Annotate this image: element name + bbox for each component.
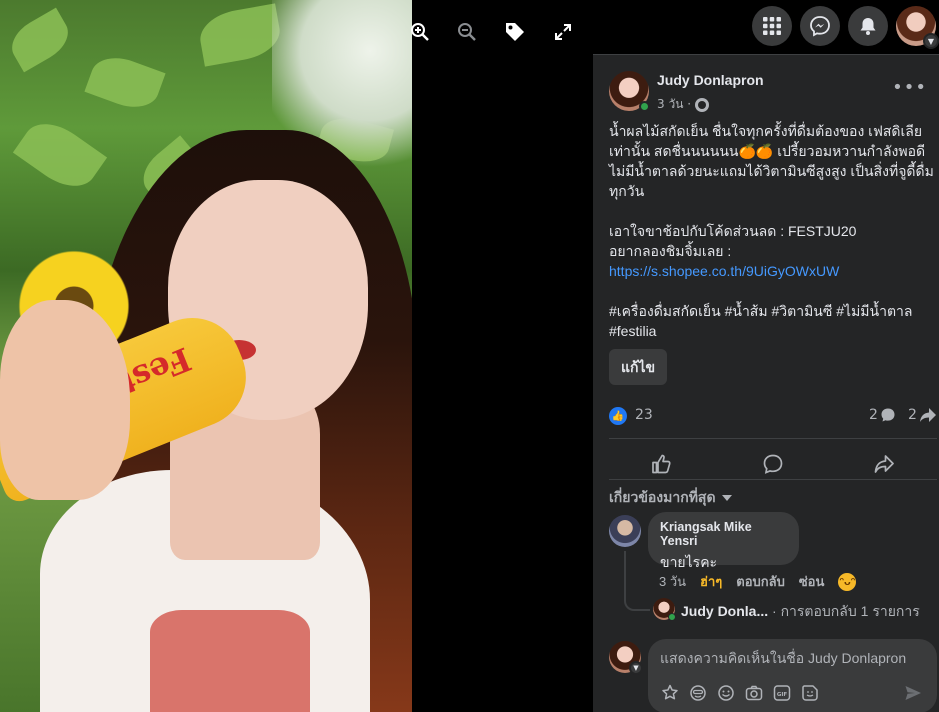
reply-thread-line: [624, 551, 650, 611]
comment-composer: GIF: [648, 639, 937, 712]
post-hashtags[interactable]: #เครื่องดื่มสกัดเย็น #น้ำส้ม #วิตามินซี …: [609, 303, 913, 339]
face-mask-icon: [690, 685, 706, 701]
commenter-avatar[interactable]: [609, 515, 641, 547]
zoom-in-button[interactable]: [406, 18, 434, 46]
divider: [609, 479, 937, 480]
zoom-out-icon: [458, 23, 476, 41]
fullscreen-button[interactable]: [550, 19, 576, 45]
bell-icon: [860, 18, 876, 35]
smiley-icon: [718, 685, 734, 701]
share-count[interactable]: 2: [908, 407, 937, 423]
globe-icon: [695, 97, 710, 112]
send-icon: [905, 686, 921, 700]
reaction-summary: 👍 23 2 2: [609, 405, 939, 427]
comment-count[interactable]: 2: [869, 407, 896, 423]
chevron-down-icon[interactable]: ▼: [629, 661, 643, 675]
thumbs-up-icon: [652, 454, 671, 474]
post-side-panel: Judy Donlapron 3 วัน · ••• น้ำผลไม้สกัดเ…: [593, 54, 939, 712]
comment-button[interactable]: [758, 449, 788, 479]
chevron-down-icon: [721, 495, 732, 502]
like-count[interactable]: 23: [635, 407, 653, 423]
edit-button[interactable]: แก้ไข: [609, 349, 668, 385]
reply-author-name: Judy Donla...: [681, 603, 769, 619]
hide-link[interactable]: ซ่อน: [799, 571, 825, 592]
reply-link[interactable]: ตอบกลับ: [736, 571, 785, 592]
view-replies-link[interactable]: Judy Donla... · การตอบกลับ 1 รายการ: [681, 601, 920, 623]
like-reaction-icon: 👍: [609, 407, 627, 425]
notifications-button[interactable]: [848, 6, 888, 46]
share-count-value: 2: [908, 407, 917, 423]
messenger-button[interactable]: [800, 6, 840, 46]
like-button[interactable]: [646, 449, 676, 479]
gif-icon: GIF: [773, 685, 791, 701]
zoom-in-icon: [411, 23, 429, 41]
share-button[interactable]: [869, 449, 899, 479]
messenger-icon: [810, 16, 830, 37]
comment-reaction-link[interactable]: ฮ่าๆ: [700, 571, 722, 592]
comment-bubble-icon: [881, 408, 895, 422]
post-meta: 3 วัน ·: [657, 95, 710, 114]
sort-label: เกี่ยวข้องมากที่สุด: [609, 489, 716, 505]
zoom-out-button[interactable]: [454, 19, 480, 45]
svg-text:GIF: GIF: [777, 692, 788, 698]
share-arrow-icon: [919, 408, 936, 422]
share-icon: [874, 455, 894, 473]
haha-emoji-icon: ᵔᴗᵔ: [838, 572, 857, 591]
sticker-icon: [802, 685, 818, 701]
online-status-dot: [639, 101, 650, 112]
author-name[interactable]: Judy Donlapron: [657, 72, 764, 88]
post-time[interactable]: 3 วัน ·: [657, 95, 691, 114]
account-avatar[interactable]: ▼: [896, 6, 939, 49]
online-status-dot: [668, 613, 676, 621]
reply-count-text: · การตอบกลับ 1 รายการ: [768, 603, 920, 619]
shop-link[interactable]: https://s.shopee.co.th/9UiGyOWxUW: [609, 263, 839, 279]
commenter-name[interactable]: Kriangsak Mike Yensri: [660, 520, 787, 548]
camera-icon: [745, 685, 763, 701]
comment-bubble: Kriangsak Mike Yensri ขายไรคะ: [648, 512, 799, 570]
post-promo-text: เอาใจขาช้อปกับโค้ดส่วนลด : FESTJU20 อยาก…: [609, 223, 857, 259]
menu-button[interactable]: [752, 6, 792, 46]
photo-button[interactable]: [744, 683, 764, 703]
more-options-button[interactable]: •••: [892, 77, 927, 98]
post-body: น้ำผลไม้สกัดเย็น ชื่นใจทุกครั้งที่ดื่มต้…: [609, 121, 935, 341]
comment-time[interactable]: 3 วัน: [659, 571, 686, 592]
fullscreen-icon: [555, 24, 571, 40]
comment-input[interactable]: [660, 648, 920, 668]
sticker-button[interactable]: [800, 683, 820, 703]
comment-sort-dropdown[interactable]: เกี่ยวข้องมากที่สุด: [609, 487, 732, 509]
avatar-sticker-button[interactable]: [660, 683, 680, 703]
divider: [609, 438, 937, 439]
post-text-paragraph: น้ำผลไม้สกัดเย็น ชื่นใจทุกครั้งที่ดื่มต้…: [609, 123, 934, 199]
tag-photo-button[interactable]: [502, 19, 528, 45]
ai-sticker-button[interactable]: [688, 683, 708, 703]
comment-count-value: 2: [869, 407, 878, 423]
post-photo: Festilia: [0, 0, 412, 712]
comment-actions: 3 วัน ฮ่าๆ ตอบกลับ ซ่อน ᵔᴗᵔ: [659, 571, 857, 592]
gif-button[interactable]: GIF: [772, 683, 792, 703]
emoji-button[interactable]: [716, 683, 736, 703]
send-button[interactable]: [903, 683, 923, 703]
tag-icon: [506, 23, 524, 41]
grid-menu-icon: [763, 17, 781, 35]
comment-icon: [763, 454, 783, 474]
avatar-sticker-icon: [662, 684, 678, 700]
chevron-down-icon: ▼: [923, 33, 939, 49]
